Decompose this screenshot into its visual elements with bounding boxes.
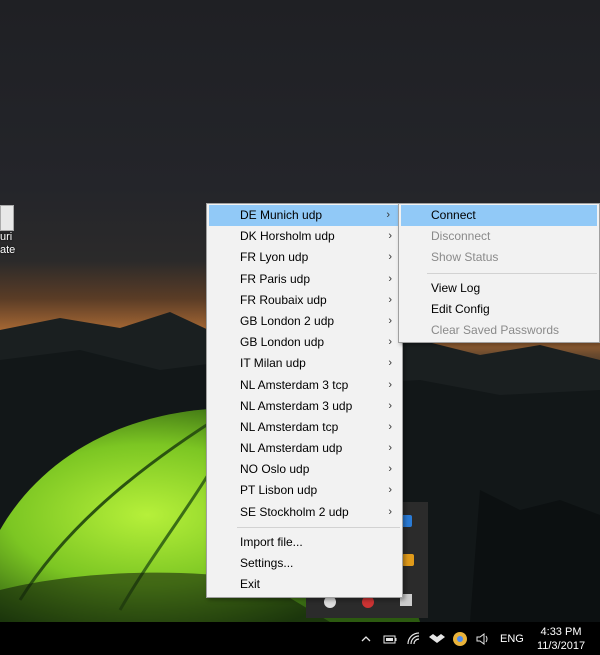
- chevron-right-icon: ›: [388, 442, 392, 455]
- chevron-right-icon: ›: [388, 314, 392, 327]
- chevron-right-icon: ›: [388, 336, 392, 349]
- taskbar: ENG 4:33 PM 11/3/2017: [0, 622, 600, 655]
- server-item-label: FR Lyon udp: [240, 250, 309, 265]
- clock-time: 4:33 PM: [540, 626, 582, 638]
- server-item[interactable]: DE Munich udp ›: [209, 205, 400, 227]
- dropbox-icon[interactable]: [429, 631, 445, 647]
- clear-saved-passwords-item: Clear Saved Passwords: [431, 322, 560, 337]
- clock-date: 11/3/2017: [536, 640, 586, 652]
- server-item[interactable]: NL Amsterdam udp ›: [207, 438, 402, 459]
- chevron-right-icon: ›: [388, 293, 392, 306]
- exit-item[interactable]: Exit: [207, 574, 402, 595]
- volume-icon[interactable]: [475, 631, 491, 647]
- chevron-right-icon: ›: [388, 484, 392, 497]
- server-item-label: SE Stockholm 2 udp: [240, 504, 349, 519]
- server-item-label: DK Horsholm udp: [240, 229, 335, 244]
- desktop-icon-label-1: uri: [0, 231, 13, 243]
- server-item[interactable]: PT Lisbon udp ›: [207, 480, 402, 501]
- chevron-right-icon: ›: [388, 272, 392, 285]
- connect-item[interactable]: Connect: [401, 205, 597, 227]
- tray-context-menu: DE Munich udp › DK Horsholm udp › FR Lyon ud…: [206, 203, 403, 598]
- chevron-right-icon: ›: [388, 505, 392, 518]
- server-item[interactable]: NL Amsterdam 3 tcp ›: [207, 375, 402, 396]
- chevron-right-icon: ›: [388, 251, 392, 264]
- import-file-item[interactable]: Import file...: [207, 532, 402, 553]
- server-item-label: IT Milan udp: [240, 356, 306, 371]
- view-log-item[interactable]: View Log: [399, 278, 599, 299]
- server-item-label: GB London udp: [240, 335, 325, 350]
- chevron-right-icon: ›: [388, 357, 392, 370]
- server-item-label: NO Oslo udp: [240, 462, 310, 477]
- server-item-label: DE Munich udp: [240, 208, 323, 222]
- disconnect-item: Disconnect: [431, 229, 491, 244]
- server-item-label: FR Paris udp: [240, 271, 311, 286]
- menu-separator: [427, 272, 597, 274]
- server-item-label: PT Lisbon udp: [240, 483, 318, 498]
- system-clock[interactable]: 4:33 PM 11/3/2017: [533, 625, 589, 653]
- chevron-right-icon: ›: [388, 420, 392, 433]
- server-item[interactable]: DK Horsholm udp ›: [207, 226, 402, 247]
- settings-item[interactable]: Settings...: [207, 553, 402, 574]
- server-item-label: GB London 2 udp: [240, 313, 335, 328]
- input-language-indicator[interactable]: ENG: [500, 631, 524, 647]
- server-item[interactable]: FR Lyon udp ›: [207, 247, 402, 268]
- server-item-label: NL Amsterdam 3 tcp: [240, 377, 349, 392]
- chevron-up-icon[interactable]: [360, 631, 372, 647]
- server-item[interactable]: GB London udp ›: [207, 332, 402, 353]
- server-item-label: FR Roubaix udp: [240, 292, 327, 307]
- desktop-icon-label-2: ate: [0, 244, 16, 256]
- chevron-right-icon: ›: [386, 209, 390, 221]
- server-item[interactable]: GB London 2 udp ›: [207, 311, 402, 332]
- server-item-label: NL Amsterdam tcp: [240, 419, 339, 434]
- edit-config-item[interactable]: Edit Config: [399, 299, 599, 320]
- show-status-item: Show Status: [431, 250, 499, 265]
- server-item[interactable]: FR Paris udp ›: [207, 269, 402, 290]
- battery-icon[interactable]: [382, 631, 398, 647]
- chevron-right-icon: ›: [388, 378, 392, 391]
- server-item[interactable]: SE Stockholm 2 udp ›: [207, 502, 402, 523]
- chrome-icon[interactable]: [452, 631, 468, 647]
- server-item-label: NL Amsterdam udp: [240, 441, 343, 456]
- wifi-icon[interactable]: [406, 631, 422, 647]
- app-icon[interactable]: [402, 554, 414, 566]
- document-icon: [0, 205, 14, 231]
- server-item[interactable]: NO Oslo udp ›: [207, 459, 402, 480]
- server-item[interactable]: NL Amsterdam tcp ›: [207, 417, 402, 438]
- desktop-file-icon[interactable]: uri ate: [0, 205, 22, 275]
- server-item[interactable]: NL Amsterdam 3 udp ›: [207, 396, 402, 417]
- chevron-right-icon: ›: [388, 399, 392, 412]
- server-list: DE Munich udp › DK Horsholm udp › FR Lyon ud…: [207, 205, 402, 523]
- chevron-right-icon: ›: [388, 230, 392, 243]
- server-item-label: NL Amsterdam 3 udp: [240, 398, 353, 413]
- connection-submenu: Connect Disconnect Show Status View Log …: [398, 203, 600, 343]
- menu-separator: [237, 526, 400, 528]
- server-item[interactable]: FR Roubaix udp ›: [207, 290, 402, 311]
- chevron-right-icon: ›: [388, 463, 392, 476]
- server-item[interactable]: IT Milan udp ›: [207, 353, 402, 374]
